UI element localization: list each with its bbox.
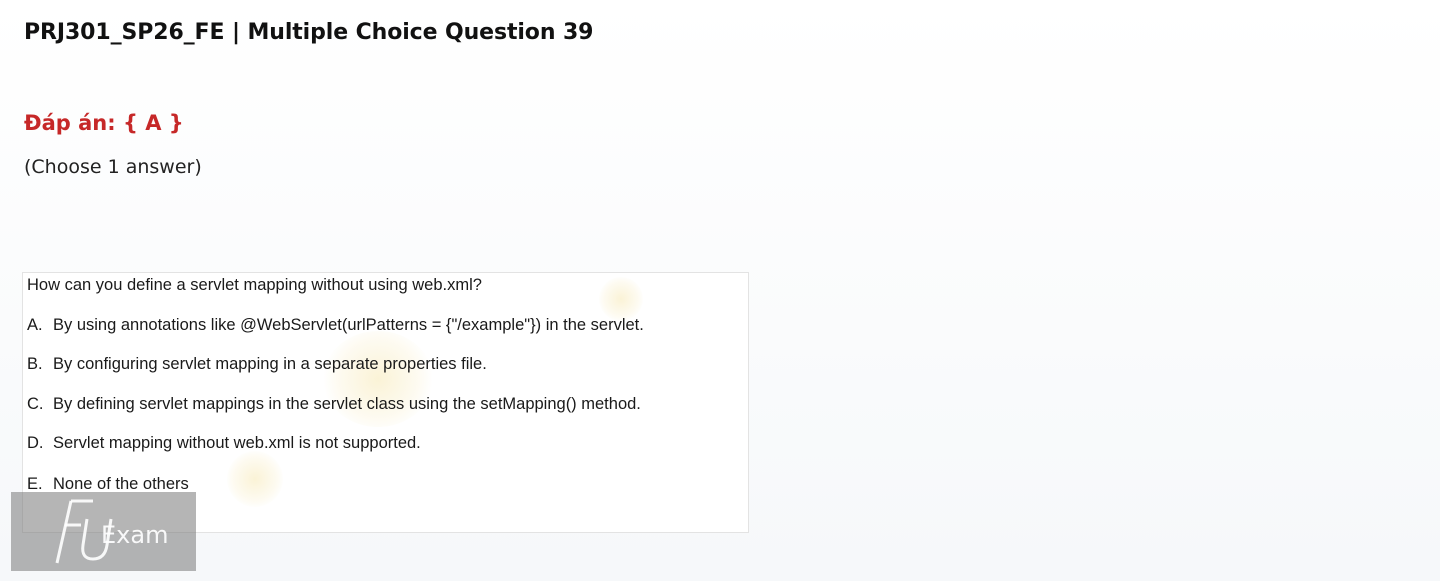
fu-exam-watermark: Exam bbox=[11, 492, 196, 571]
question-text: How can you define a servlet mapping wit… bbox=[27, 276, 482, 294]
instruction-text: (Choose 1 answer) bbox=[24, 156, 202, 178]
fu-exam-logo-icon: Exam bbox=[55, 499, 168, 563]
stain-decoration bbox=[599, 277, 643, 321]
stain-decoration bbox=[227, 451, 283, 507]
answer-label: Đáp án: { A } bbox=[24, 111, 184, 135]
option-letter: B. bbox=[27, 355, 43, 373]
option-letter: D. bbox=[27, 434, 44, 452]
option-a: A. By using annotations like @WebServlet(… bbox=[27, 316, 644, 335]
option-text: Servlet mapping without web.xml is not s… bbox=[53, 434, 421, 452]
watermark-text: Exam bbox=[101, 521, 168, 549]
option-letter: A. bbox=[27, 316, 43, 334]
option-text: None of the others bbox=[53, 475, 189, 493]
option-b: B. By configuring servlet mapping in a se… bbox=[27, 355, 487, 374]
option-c: C. By defining servlet mappings in the se… bbox=[27, 395, 641, 414]
option-text: By configuring servlet mapping in a sepa… bbox=[53, 355, 487, 373]
option-letter: C. bbox=[27, 395, 44, 413]
option-text: By defining servlet mappings in the serv… bbox=[53, 395, 641, 413]
option-text: By using annotations like @WebServlet(ur… bbox=[53, 316, 644, 334]
page: PRJ301_SP26_FE | Multiple Choice Questio… bbox=[0, 0, 1440, 581]
page-title: PRJ301_SP26_FE | Multiple Choice Questio… bbox=[24, 20, 594, 45]
option-d: D. Servlet mapping without web.xml is not… bbox=[27, 434, 421, 453]
